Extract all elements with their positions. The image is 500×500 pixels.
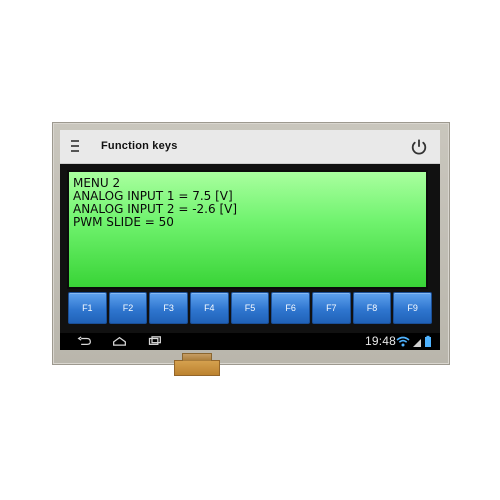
function-key-f5[interactable]: F5 bbox=[230, 292, 270, 324]
power-icon[interactable] bbox=[410, 138, 428, 156]
recent-apps-icon[interactable] bbox=[147, 335, 162, 347]
touchscreen-device: Function keys MENU 2 ANALOG INPUT 1 = 7.… bbox=[52, 122, 450, 365]
battery-icon bbox=[425, 335, 431, 347]
home-icon[interactable] bbox=[112, 335, 127, 347]
function-key-f2[interactable]: F2 bbox=[108, 292, 148, 324]
android-screen: Function keys MENU 2 ANALOG INPUT 1 = 7.… bbox=[60, 130, 440, 350]
function-key-f9[interactable]: F9 bbox=[393, 292, 432, 324]
status-time: 19:48 bbox=[365, 334, 397, 348]
ribbon-connector bbox=[174, 353, 220, 376]
function-key-f7[interactable]: F7 bbox=[312, 292, 351, 324]
function-key-f4[interactable]: F4 bbox=[190, 292, 229, 324]
menu-icon-line bbox=[71, 140, 79, 142]
function-key-f3[interactable]: F3 bbox=[149, 292, 188, 324]
function-key-f6[interactable]: F6 bbox=[271, 292, 310, 324]
signal-icon bbox=[413, 339, 421, 347]
system-navigation-bar: 19:48 bbox=[60, 333, 440, 350]
wifi-icon bbox=[396, 336, 410, 347]
app-bar: Function keys bbox=[60, 130, 440, 164]
status-icons bbox=[396, 335, 431, 347]
display-line-pwm-slide: PWM SLIDE = 50 bbox=[73, 215, 174, 229]
function-key-row: F1 F2 F3 F4 F5 F6 F7 F8 F9 bbox=[68, 292, 432, 325]
app-title: Function keys bbox=[101, 140, 178, 152]
function-key-f1[interactable]: F1 bbox=[68, 292, 107, 324]
analog-display-panel: MENU 2 ANALOG INPUT 1 = 7.5 [V] ANALOG I… bbox=[67, 170, 428, 289]
function-key-f8[interactable]: F8 bbox=[352, 292, 392, 324]
menu-icon[interactable] bbox=[71, 140, 79, 153]
back-icon[interactable] bbox=[77, 335, 92, 347]
menu-icon-line bbox=[71, 145, 79, 147]
menu-icon-line bbox=[71, 150, 79, 152]
